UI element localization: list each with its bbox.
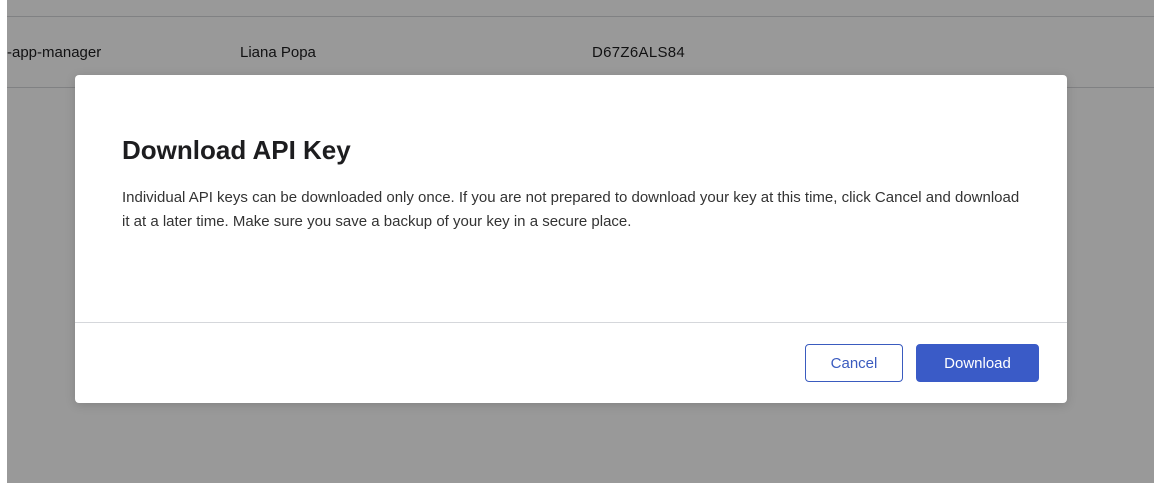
download-api-key-dialog: Download API Key Individual API keys can… [75, 75, 1067, 403]
dialog-divider [75, 322, 1067, 323]
download-button[interactable]: Download [916, 344, 1039, 382]
cancel-button[interactable]: Cancel [805, 344, 903, 382]
left-edge-strip [0, 0, 7, 483]
dialog-message: Individual API keys can be downloaded on… [122, 189, 1020, 230]
dialog-title: Download API Key [122, 135, 351, 165]
